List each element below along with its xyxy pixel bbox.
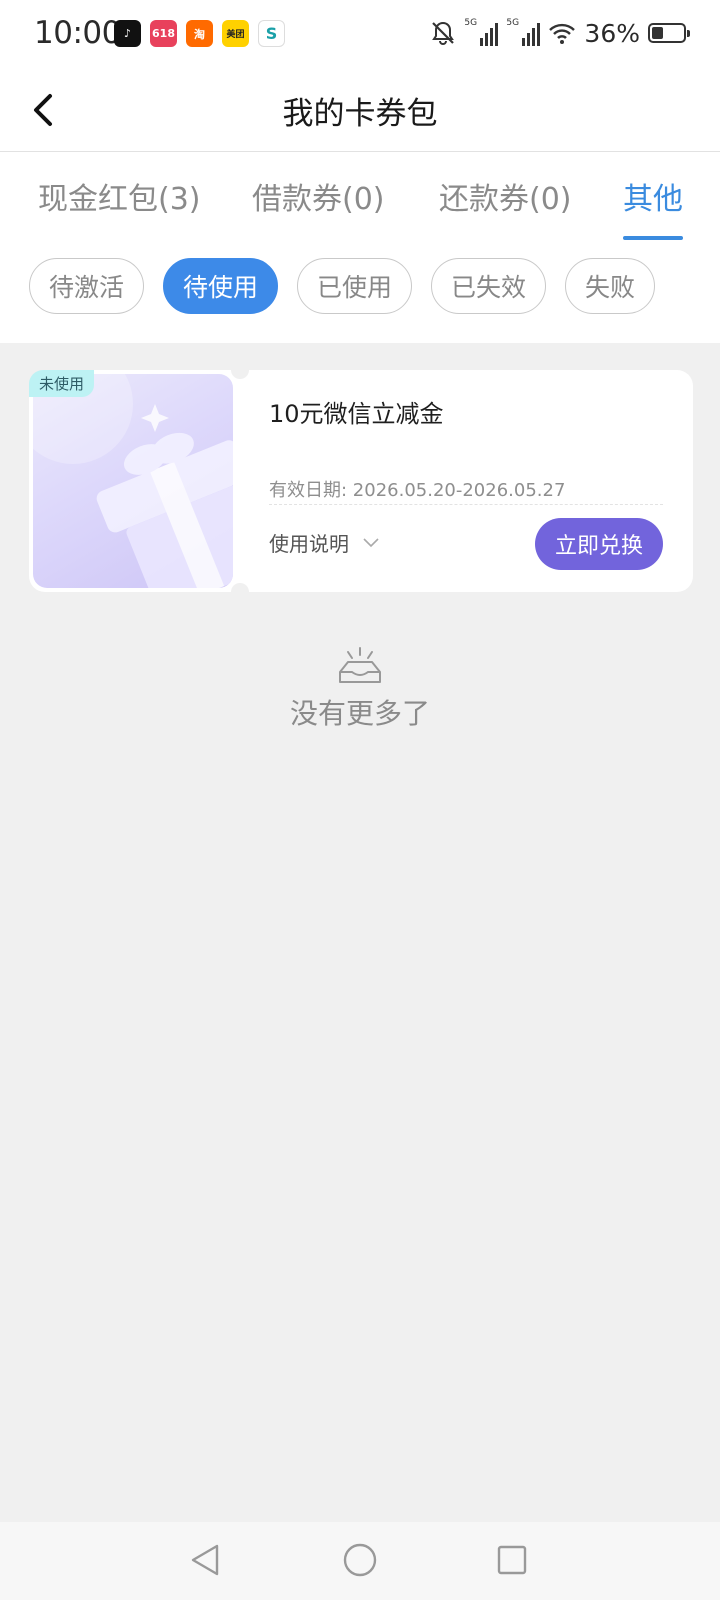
signal-5g-icon: 5G: [506, 18, 541, 46]
empty-tray-icon: [339, 647, 381, 683]
notification-app-icons: ♪ 618 淘 美团 S: [114, 20, 285, 47]
meituan-icon: 美团: [222, 20, 249, 47]
card-notch: [231, 583, 249, 601]
tab-other[interactable]: 其他: [623, 174, 683, 240]
coupon-category-tabs: 现金红包(3) 借款券(0) 还款券(0) 其他: [0, 152, 720, 240]
no-more-indicator: 没有更多了: [0, 646, 720, 732]
square-recents-icon: [497, 1545, 527, 1575]
bell-muted-icon: [432, 21, 455, 45]
usage-label: 使用说明: [269, 532, 349, 556]
wifi-icon: [549, 23, 576, 44]
coupon-validity: 有效日期: 2026.05.20-2026.05.27: [269, 480, 566, 501]
system-nav-bar: [0, 1522, 720, 1600]
empty-text: 没有更多了: [289, 697, 430, 730]
taobao-618-icon: 618: [150, 20, 177, 47]
battery-level: [652, 27, 663, 39]
tiktok-icon: ♪: [114, 20, 141, 47]
signal-5g-icon: 5G: [464, 18, 499, 46]
status-indicators: 5G 5G 36%: [430, 16, 690, 50]
triangle-back-icon: [191, 1544, 219, 1576]
redeem-button[interactable]: 立即兑换: [535, 518, 663, 570]
coupon-card[interactable]: 未使用 10元微信立减金 有效日期: 2026.05.20-2026.05.27…: [29, 361, 693, 601]
coupon-image: [33, 374, 233, 588]
filter-pending-use[interactable]: 待使用: [163, 258, 278, 314]
card-notch: [231, 361, 249, 379]
tab-cash-red-packet[interactable]: 现金红包(3): [38, 174, 201, 240]
card-divider: [269, 504, 663, 505]
filter-used[interactable]: 已使用: [297, 258, 412, 314]
system-recents-button[interactable]: [492, 1540, 532, 1580]
tab-repayment-coupon[interactable]: 还款券(0): [439, 174, 572, 240]
system-back-button[interactable]: [185, 1540, 225, 1580]
usage-instructions-toggle[interactable]: 使用说明: [269, 528, 379, 557]
coupon-title: 10元微信立减金: [269, 400, 444, 428]
taobao-icon: 淘: [186, 20, 213, 47]
status-bar: 10:00 ♪ 618 淘 美团 S 5G 5G 36%: [0, 0, 720, 68]
status-time: 10:00: [34, 15, 121, 51]
active-tab-indicator: [623, 236, 683, 240]
nav-bar: 我的卡券包: [0, 68, 720, 152]
system-home-button[interactable]: [340, 1540, 380, 1580]
status-badge: 未使用: [29, 370, 95, 397]
battery-percent: 36%: [584, 18, 640, 48]
filter-expired[interactable]: 已失效: [431, 258, 546, 314]
page-title: 我的卡券包: [282, 96, 438, 132]
circle-home-icon: [343, 1543, 377, 1577]
china-mobile-icon: S: [258, 20, 285, 47]
gift-box-icon: [33, 374, 233, 588]
battery-icon: [648, 23, 690, 43]
status-filter-chips: 待激活 待使用 已使用 已失效 失败: [0, 258, 720, 316]
filter-failed[interactable]: 失败: [565, 258, 655, 314]
tab-loan-coupon[interactable]: 借款券(0): [252, 174, 385, 240]
filter-pending-activation[interactable]: 待激活: [29, 258, 144, 314]
chevron-down-icon: [363, 537, 379, 547]
